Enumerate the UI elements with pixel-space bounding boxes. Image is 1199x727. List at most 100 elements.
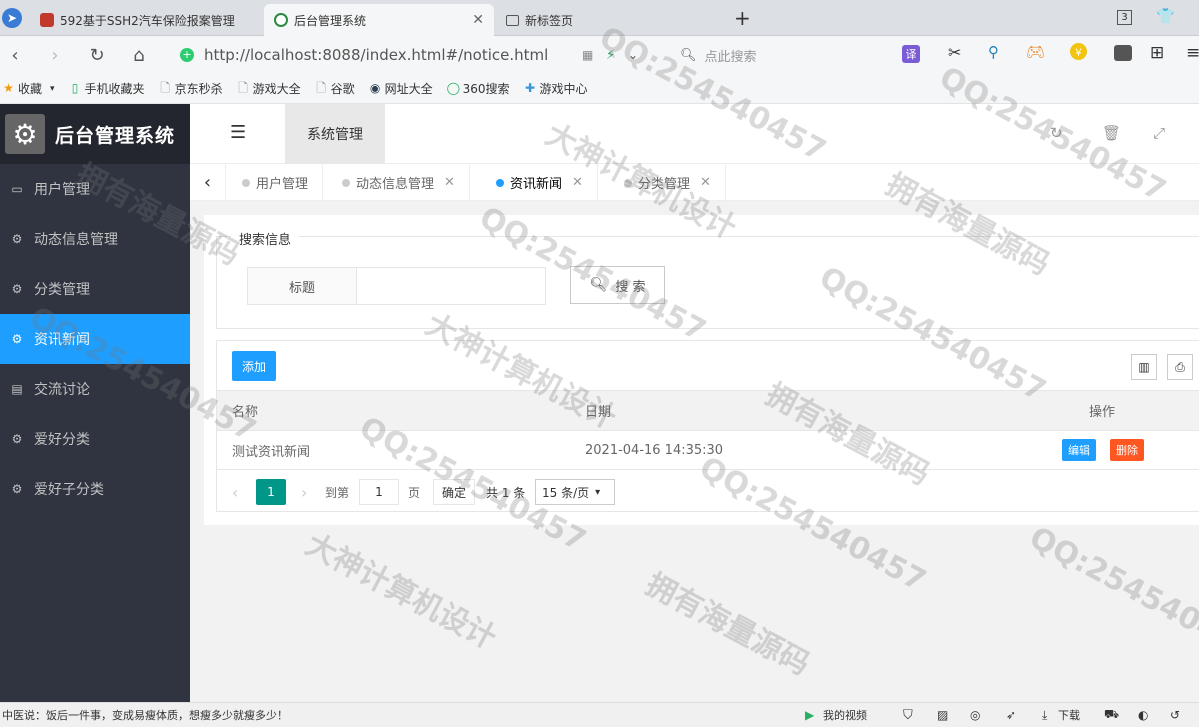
bookmark-favorites[interactable]: ★ 收藏 ▾ bbox=[2, 80, 54, 97]
cogs-icon: ⚙ bbox=[11, 432, 23, 446]
sidebar-item-news[interactable]: ⚙ 资讯新闻 bbox=[0, 314, 190, 364]
sidebar-item-dynamic-info[interactable]: ⚙ 动态信息管理 bbox=[0, 214, 190, 264]
title-input[interactable] bbox=[356, 267, 546, 305]
news-ticker[interactable]: 中医说：饭后一件事，变成易瘦体质，想瘦多少就瘦多少！ bbox=[2, 707, 288, 723]
tab-users[interactable]: 用户管理 bbox=[228, 164, 324, 201]
total-count: 共 1 条 bbox=[486, 485, 526, 500]
search-icon: 🔍︎ bbox=[680, 47, 697, 63]
shield-icon[interactable]: ⛉ bbox=[903, 708, 913, 723]
secure-icon: + bbox=[180, 48, 194, 62]
sidebar-item-label: 动态信息管理 bbox=[34, 232, 118, 248]
car-icon[interactable]: ⛟ bbox=[1104, 707, 1119, 723]
row-date: 2021-04-16 14:35:30 bbox=[585, 442, 724, 458]
favicon-icon bbox=[274, 13, 288, 27]
sidebar-item-discussion[interactable]: ▤ 交流讨论 bbox=[0, 364, 190, 414]
edit-button[interactable]: 编辑 bbox=[1062, 439, 1096, 461]
tab-dynamic-info[interactable]: 动态信息管理 ✕ bbox=[328, 164, 470, 201]
tab-count-badge[interactable]: 3 bbox=[1117, 10, 1132, 25]
browser-tab-title: 592基于SSH2汽车保险报案管理 bbox=[60, 13, 235, 28]
magnifier-icon[interactable]: ⚲ bbox=[988, 43, 999, 61]
bookmark-item[interactable]: 🗋︎ 京东秒杀 bbox=[159, 80, 222, 97]
tab-news[interactable]: 资讯新闻 ✕ bbox=[482, 164, 598, 201]
close-icon[interactable]: ✕ bbox=[700, 175, 711, 190]
refresh-icon[interactable]: ↺ bbox=[1170, 708, 1180, 722]
lightning-icon[interactable]: ⚡ bbox=[606, 48, 615, 63]
add-button[interactable]: 添加 bbox=[232, 351, 276, 381]
page-icon: 🗋︎ bbox=[160, 81, 170, 95]
browser-search-input[interactable]: 🔍︎ 点此搜索 bbox=[672, 41, 832, 69]
page-size-select[interactable]: 15 条/页 ▾ bbox=[535, 479, 615, 505]
sidebar-item-category[interactable]: ⚙ 分类管理 bbox=[0, 264, 190, 314]
new-tab-button[interactable]: + bbox=[734, 6, 751, 30]
screenshot-icon[interactable] bbox=[1114, 45, 1132, 61]
bookmark-item[interactable]: 🗋︎ 谷歌 bbox=[315, 80, 355, 97]
address-bar[interactable]: + http://localhost:8088/index.html#/noti… bbox=[170, 41, 660, 69]
browser-tab-3[interactable]: 新标签页 bbox=[496, 4, 726, 36]
sound-icon[interactable]: ◐ bbox=[1138, 708, 1148, 722]
sidebar-item-hobby-category[interactable]: ⚙ 爱好分类 bbox=[0, 414, 190, 464]
confirm-button[interactable]: 确定 bbox=[433, 479, 476, 505]
tab-category[interactable]: 分类管理 ✕ bbox=[610, 164, 726, 201]
print-icon[interactable]: ⎙ bbox=[1167, 354, 1193, 380]
sidebar-item-label: 爱好分类 bbox=[34, 432, 90, 448]
prev-page-icon[interactable]: ‹ bbox=[232, 479, 238, 505]
translate-icon[interactable]: 译 bbox=[902, 45, 920, 63]
sidebar-toggle-icon[interactable]: ☰ bbox=[230, 122, 246, 143]
bookmark-item[interactable]: 🗋︎ 游戏大全 bbox=[237, 80, 300, 97]
chevron-left-icon[interactable]: ‹ bbox=[190, 164, 226, 201]
menu-icon[interactable]: ≡ bbox=[1186, 43, 1199, 63]
goto-input[interactable]: 1 bbox=[359, 479, 399, 505]
sidebar-item-label: 交流讨论 bbox=[34, 382, 90, 398]
bookmark-item[interactable]: ✚ 游戏中心 bbox=[524, 80, 588, 97]
tab-label: 动态信息管理 bbox=[356, 177, 435, 192]
gamepad-icon[interactable]: ◎ bbox=[970, 708, 980, 722]
scissors-icon[interactable]: ✂ bbox=[948, 43, 961, 62]
bookmark-label: 手机收藏夹 bbox=[84, 82, 145, 96]
columns-icon[interactable]: ▥ bbox=[1131, 354, 1157, 380]
browser-tab-2[interactable]: 后台管理系统 ✕ bbox=[264, 4, 494, 36]
home-icon[interactable]: ⌂ bbox=[124, 40, 154, 70]
video-icon[interactable]: ▶ bbox=[805, 708, 814, 722]
fullscreen-icon[interactable]: ⤢ bbox=[1153, 124, 1165, 142]
bookmark-item[interactable]: ▯ 手机收藏夹 bbox=[69, 80, 145, 97]
table-toolbar: 添加 ▥ ⎙ bbox=[217, 341, 1199, 391]
gamepad-icon[interactable]: 🎮︎ bbox=[1026, 43, 1045, 61]
download-link[interactable]: 下载 bbox=[1058, 707, 1080, 723]
trash-icon[interactable]: 🗑︎ bbox=[1102, 124, 1121, 142]
apps-grid-icon[interactable]: ⊞ bbox=[1150, 43, 1164, 63]
browser-logo-icon[interactable]: ➤ bbox=[2, 8, 22, 28]
close-icon[interactable]: ✕ bbox=[572, 175, 583, 190]
cogs-icon: ⚙ bbox=[11, 232, 23, 246]
bookmark-item[interactable]: ◉ 网址大全 bbox=[369, 80, 433, 97]
bookmark-item[interactable]: ◯ 360搜索 bbox=[447, 80, 510, 97]
sidebar-item-label: 分类管理 bbox=[34, 282, 90, 298]
close-tab-icon[interactable]: ✕ bbox=[472, 12, 484, 28]
search-legend: 搜索信息 bbox=[231, 229, 300, 248]
tab-label: 用户管理 bbox=[256, 177, 309, 192]
back-icon[interactable]: ‹ bbox=[0, 40, 30, 70]
coin-icon[interactable]: ￥ bbox=[1070, 43, 1087, 60]
sidebar-item-hobby-subcategory[interactable]: ⚙ 爱好子分类 bbox=[0, 464, 190, 514]
close-icon[interactable]: ✕ bbox=[444, 175, 455, 190]
rocket-icon[interactable]: ➶ bbox=[1006, 708, 1016, 722]
column-header-date: 日期 bbox=[585, 405, 612, 420]
bookmark-label: 谷歌 bbox=[330, 82, 355, 96]
header-tab-system[interactable]: 系统管理 bbox=[285, 104, 385, 164]
download-icon[interactable]: ⤓ bbox=[1042, 708, 1047, 723]
search-button[interactable]: 🔍︎ 搜 索 bbox=[570, 266, 665, 304]
next-page-icon[interactable]: › bbox=[301, 479, 307, 505]
sidebar-item-users[interactable]: ▭ 用户管理 bbox=[0, 164, 190, 214]
delete-button[interactable]: 删除 bbox=[1110, 439, 1144, 461]
refresh-icon[interactable]: ↻ bbox=[1050, 124, 1063, 142]
gear-icon: ⚙ bbox=[5, 114, 45, 154]
browser-tab-1[interactable]: 592基于SSH2汽车保险报案管理 bbox=[30, 4, 262, 36]
qr-icon[interactable]: ▦ bbox=[582, 48, 593, 62]
chevron-down-icon[interactable]: ⌄ bbox=[628, 48, 638, 62]
refresh-icon[interactable]: ↻ bbox=[82, 40, 112, 70]
shirt-icon[interactable]: 👕 bbox=[1156, 7, 1175, 25]
current-page[interactable]: 1 bbox=[256, 479, 286, 505]
tab-dot bbox=[342, 178, 350, 187]
my-video-link[interactable]: 我的视频 bbox=[823, 707, 867, 723]
forward-icon[interactable]: › bbox=[40, 40, 70, 70]
image-icon[interactable]: ▨ bbox=[937, 708, 948, 722]
